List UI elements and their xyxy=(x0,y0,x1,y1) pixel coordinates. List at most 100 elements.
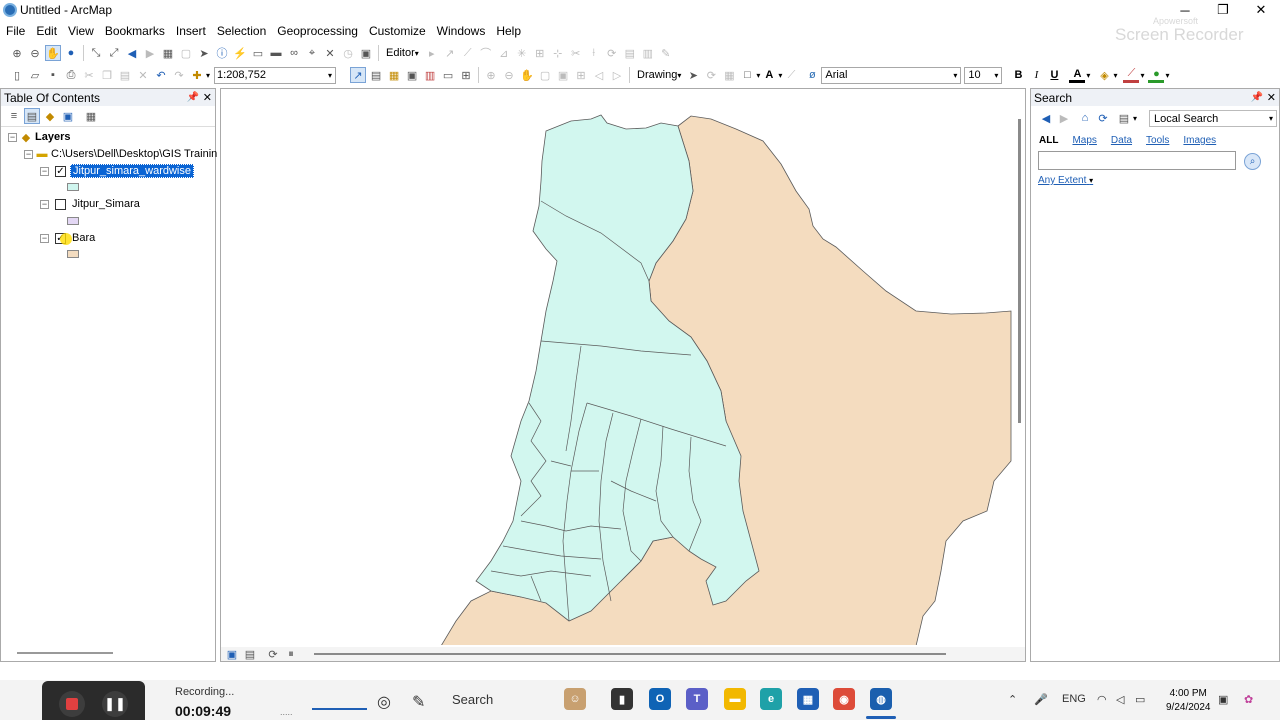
filter-maps[interactable]: Maps xyxy=(1072,135,1096,146)
drawing-dropdown-icon[interactable]: ▾ xyxy=(677,71,681,80)
map-vertical-scrollbar[interactable] xyxy=(1015,89,1025,645)
italic-button[interactable]: I xyxy=(1028,67,1044,83)
collapse-icon[interactable]: − xyxy=(40,166,49,176)
wifi-icon[interactable]: ◠ xyxy=(1097,693,1107,706)
notification-icon[interactable]: ▣ xyxy=(1218,693,1228,706)
zoom-out-icon[interactable]: ⊖ xyxy=(27,45,43,61)
add-data-icon[interactable]: ✚ xyxy=(189,67,205,83)
redo-icon[interactable]: ↷ xyxy=(171,67,187,83)
edit-tool-icon[interactable]: ▸ xyxy=(424,45,440,61)
point-icon[interactable]: ✳ xyxy=(514,45,530,61)
time-slider-icon[interactable]: ◷ xyxy=(340,45,356,61)
menu-geoprocessing[interactable]: Geoprocessing xyxy=(272,24,363,38)
pin-icon[interactable]: 📌 xyxy=(1251,92,1263,103)
edge-icon[interactable]: e xyxy=(760,688,782,710)
battery-icon[interactable]: ▭ xyxy=(1135,693,1145,706)
create-viewer-icon[interactable]: ▣ xyxy=(358,45,374,61)
editor-toolbar-toggle-icon[interactable]: ↗ xyxy=(350,67,367,83)
cut-icon[interactable]: ✂ xyxy=(81,67,97,83)
refresh-icon[interactable]: ⟳ xyxy=(1095,110,1111,126)
data-source-folder-row[interactable]: − ▬ C:\Users\Dell\Desktop\GIS Trainin xyxy=(24,146,217,162)
extent-filter[interactable]: Any Extent ▾ xyxy=(1038,175,1093,186)
undo-icon[interactable]: ↶ xyxy=(153,67,169,83)
new-text-icon[interactable]: A xyxy=(761,67,777,83)
hyperlink-icon[interactable]: ⚡ xyxy=(232,45,248,61)
filter-images[interactable]: Images xyxy=(1183,135,1216,146)
edit-vertices-icon[interactable]: ⊞ xyxy=(532,45,548,61)
editor-dropdown-icon[interactable]: ▾ xyxy=(415,49,419,58)
font-size-combo[interactable]: 10 ▾ xyxy=(964,66,1003,84)
find-binoculars-icon[interactable]: ∞ xyxy=(286,45,302,61)
map-scale-combo[interactable]: 1:208,752 ▾ xyxy=(214,66,337,84)
chrome-icon[interactable]: ◉ xyxy=(833,688,855,710)
file-explorer-icon[interactable]: ▬ xyxy=(724,688,746,710)
menu-selection[interactable]: Selection xyxy=(212,24,271,38)
attributes-icon[interactable]: ▤ xyxy=(622,45,638,61)
table-of-contents-icon[interactable]: ▤ xyxy=(368,67,384,83)
layer-name-label[interactable]: Jitpur_simara_wardwise xyxy=(70,164,194,178)
webcam-icon[interactable]: ◎ xyxy=(377,692,391,712)
catalog-window-icon[interactable]: ▦ xyxy=(386,67,402,83)
pen-annotate-icon[interactable]: ✎ xyxy=(412,692,425,712)
options-dropdown-icon[interactable]: ▾ xyxy=(1133,114,1137,123)
close-icon[interactable]: ✕ xyxy=(203,91,212,104)
menu-help[interactable]: Help xyxy=(491,24,526,38)
rotate-element-icon[interactable]: ⟳ xyxy=(703,67,719,83)
layer-symbol-swatch[interactable] xyxy=(67,250,79,258)
layout-fixed-zoom-icon[interactable]: ⊞ xyxy=(573,67,589,83)
map-horizontal-scrollbar[interactable] xyxy=(314,653,946,655)
split-icon[interactable]: ⟊ xyxy=(586,45,602,61)
collapse-icon[interactable]: − xyxy=(8,132,17,142)
reshape-icon[interactable]: ⊹ xyxy=(550,45,566,61)
line-color-dropdown-icon[interactable]: ▾ xyxy=(1140,71,1144,80)
select-features-icon[interactable]: ▦ xyxy=(160,45,176,61)
close-button[interactable]: ✕ xyxy=(1242,0,1280,20)
collapse-icon[interactable]: − xyxy=(40,199,49,209)
search-options-icon[interactable]: ▤ xyxy=(1116,110,1132,126)
search-highlight-icon[interactable]: ☺ xyxy=(564,688,586,710)
font-color-icon[interactable]: A xyxy=(1069,67,1086,83)
layer-name-label[interactable]: Bara xyxy=(72,232,95,244)
toc-options-icon[interactable]: ▦ xyxy=(83,108,99,124)
text-dropdown-icon[interactable]: ▾ xyxy=(778,71,782,80)
arctoolbox-icon[interactable]: ▥ xyxy=(422,67,438,83)
drawing-menu[interactable]: Drawing xyxy=(637,69,677,81)
layer-visibility-checkbox[interactable] xyxy=(55,198,66,210)
pause-recording-button[interactable]: ❚❚ xyxy=(102,691,128,717)
home-icon[interactable]: ⌂ xyxy=(1077,110,1093,126)
line-color-icon[interactable]: ⟋ xyxy=(1123,67,1140,83)
straight-segment-icon[interactable]: ⟋ xyxy=(460,45,476,61)
forward-extent-icon[interactable]: ▶ xyxy=(142,45,158,61)
collapse-icon[interactable]: − xyxy=(40,233,49,243)
menu-windows[interactable]: Windows xyxy=(432,24,491,38)
filter-data[interactable]: Data xyxy=(1111,135,1132,146)
list-by-drawing-order-icon[interactable]: ≡ xyxy=(6,108,22,124)
clear-selection-icon[interactable]: ▢ xyxy=(178,45,194,61)
arcmap-taskbar-icon[interactable]: ◍ xyxy=(870,688,892,710)
layer-row[interactable]: − ✓ Jitpur_simara_wardwise xyxy=(40,163,194,179)
task-view-icon[interactable]: ▮ xyxy=(611,688,633,710)
select-elements-arrow-icon[interactable]: ➤ xyxy=(196,45,212,61)
editor-menu[interactable]: Editor xyxy=(386,47,415,59)
layout-zoom-in-icon[interactable]: ⊕ xyxy=(483,67,499,83)
zoom-whole-page-icon[interactable]: ▢ xyxy=(537,67,553,83)
select-elements-icon[interactable]: ➤ xyxy=(685,67,701,83)
marker-color-icon[interactable]: ● xyxy=(1148,67,1165,83)
outlook-icon[interactable]: O xyxy=(649,688,671,710)
system-clock[interactable]: 4:00 PM 9/24/2024 xyxy=(1166,687,1211,715)
font-color-dropdown-icon[interactable]: ▾ xyxy=(1086,71,1090,80)
layer-visibility-checkbox[interactable]: ✓ xyxy=(55,165,66,177)
create-features-icon[interactable]: ✎ xyxy=(658,45,674,61)
menu-file[interactable]: File xyxy=(1,24,30,38)
edit-annotation-icon[interactable]: ↗ xyxy=(442,45,458,61)
search-button[interactable]: ⌕ xyxy=(1244,153,1261,170)
open-folder-icon[interactable]: ▱ xyxy=(27,67,43,83)
filter-tools[interactable]: Tools xyxy=(1146,135,1169,146)
tray-overflow-icon[interactable]: ⌃ xyxy=(1008,693,1017,706)
bold-button[interactable]: B xyxy=(1010,67,1026,83)
add-data-dropdown-icon[interactable]: ▾ xyxy=(206,71,210,80)
fixed-zoom-in-icon[interactable]: ⤡ xyxy=(88,45,104,61)
layout-forward-icon[interactable]: ▷ xyxy=(609,67,625,83)
search-input[interactable] xyxy=(1038,151,1236,170)
fixed-zoom-out-icon[interactable]: ⤢ xyxy=(106,45,122,61)
